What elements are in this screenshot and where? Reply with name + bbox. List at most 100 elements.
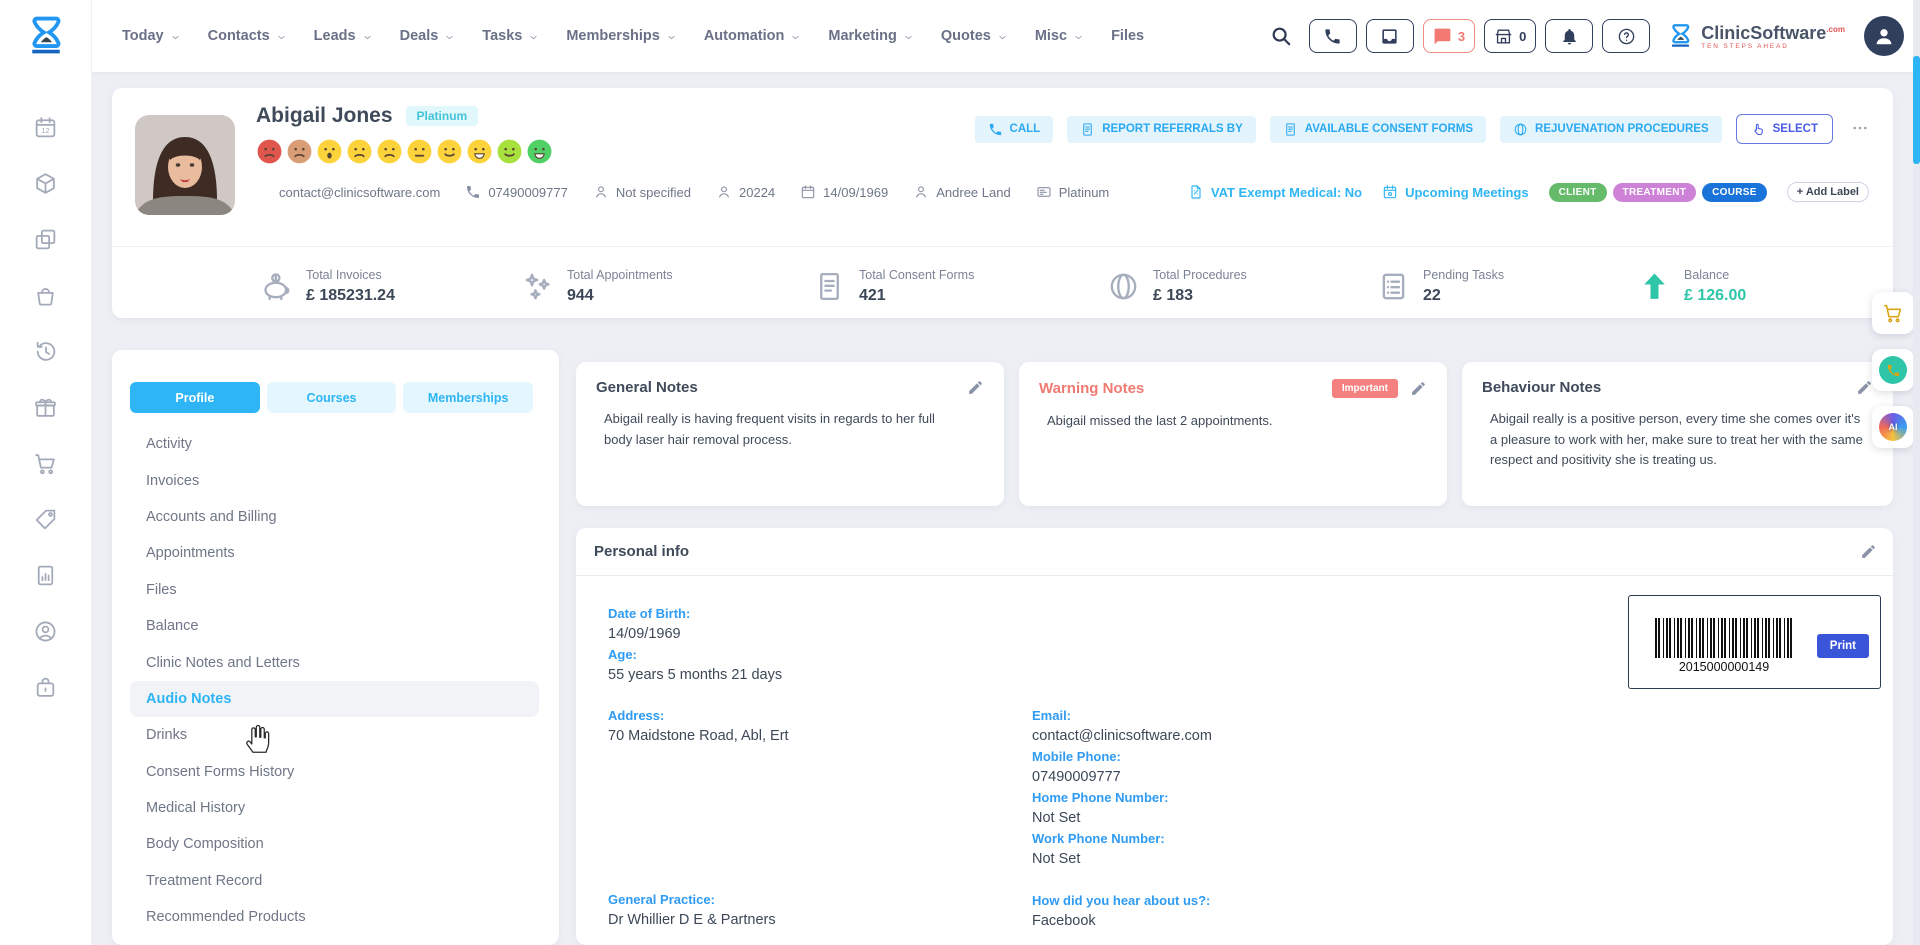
field-how-did-you-hear-about-us: How did you hear about us?:Facebook [1032,892,1212,933]
nav-item-automation[interactable]: Automation [704,28,802,44]
sidebar-item-recommended-products[interactable]: Recommended Products [130,899,539,935]
quick-call-button[interactable] [1872,349,1914,391]
nav-item-today[interactable]: Today [122,28,181,44]
vat-exempt-medical-no-link[interactable]: VAT Exempt Medical: No [1188,184,1362,200]
profile-side-card: ProfileCoursesMemberships ActivityInvoic… [112,350,559,945]
mood-1-icon[interactable] [256,138,283,165]
rail-history-icon[interactable] [33,339,58,364]
edit-general-notes-button[interactable] [967,379,984,396]
sidebar-item-accounts-and-billing[interactable]: Accounts and Billing [130,499,539,535]
mood-8-icon[interactable] [466,138,493,165]
dialer-button[interactable] [1309,19,1357,53]
sidebar-item-files[interactable]: Files [130,572,539,608]
search-icon[interactable] [1270,25,1292,47]
contact-andree-land: Andree Land [913,184,1010,200]
rail-calendar-icon[interactable]: 12 [33,115,58,140]
nav-item-misc[interactable]: Misc [1035,28,1084,44]
mood-6-icon[interactable] [406,138,433,165]
rail-cart-icon[interactable] [33,451,58,476]
label-pill-client[interactable]: CLIENT [1549,183,1607,202]
label-pill-treatment[interactable]: TREATMENT [1613,183,1697,202]
edit-warning-notes-button[interactable] [1410,380,1427,397]
stat-value: £ 126.00 [1684,287,1746,305]
edit-personal-info-button[interactable] [1860,543,1877,560]
piggy-bank-icon [260,270,293,303]
rail-tag-icon[interactable] [33,507,58,532]
sidebar-item-audio-notes[interactable]: Audio Notes [130,681,539,717]
rail-account-icon[interactable] [33,619,58,644]
person-icon [716,184,732,200]
scrollbar-thumb[interactable] [1913,56,1920,164]
sidebar-item-invoices[interactable]: Invoices [130,462,539,498]
rail-package-icon[interactable] [33,171,58,196]
label-pill-course[interactable]: COURSE [1702,183,1767,202]
user-avatar[interactable] [1864,16,1904,56]
mood-7-icon[interactable] [436,138,463,165]
upcoming-meetings-link[interactable]: Upcoming Meetings [1382,184,1529,200]
sparkles-icon [521,270,554,303]
mood-9-icon[interactable] [496,138,523,165]
rejuvenation-procedures-button[interactable]: REJUVENATION PROCEDURES [1500,116,1722,143]
nav-item-marketing[interactable]: Marketing [828,28,914,44]
store-button[interactable]: 0 [1484,19,1536,53]
nav-item-tasks[interactable]: Tasks [482,28,539,44]
warning-notes-card: Warning Notes Important Abigail missed t… [1019,362,1447,506]
clinicsoftware-logo-icon[interactable] [0,0,91,72]
sidebar-item-clinic-notes-and-letters[interactable]: Clinic Notes and Letters [130,644,539,680]
tab-courses[interactable]: Courses [267,382,397,413]
behaviour-notes-card: Behaviour Notes Abigail really is a posi… [1462,362,1893,506]
tab-memberships[interactable]: Memberships [403,382,533,413]
rail-copy-icon[interactable] [33,227,58,252]
stat-balance: Balance£ 126.00 [1638,268,1746,305]
page-scrollbar[interactable] [1913,0,1920,945]
quick-ai-button[interactable]: AI [1872,406,1914,448]
stat-label: Total Invoices [306,268,395,282]
mood-10-icon[interactable] [526,138,553,165]
more-actions-button[interactable] [1847,119,1873,139]
notifications-button[interactable] [1545,19,1593,53]
sidebar-item-balance[interactable]: Balance [130,608,539,644]
nav-item-memberships[interactable]: Memberships [566,28,676,44]
edit-behaviour-notes-button[interactable] [1856,379,1873,396]
tab-profile[interactable]: Profile [130,382,260,413]
sidebar-item-medical-history[interactable]: Medical History [130,790,539,826]
nav-item-deals[interactable]: Deals [400,28,456,44]
rail-gift-icon[interactable] [33,395,58,420]
contact-07490009777: 07490009777 [465,184,568,200]
nav-item-contacts[interactable]: Contacts [208,28,287,44]
rail-basket-icon[interactable] [33,283,58,308]
add-label-button[interactable]: + Add Label [1787,182,1869,202]
sidebar-item-drinks[interactable]: Drinks [130,717,539,753]
messages-button[interactable]: 3 [1423,19,1475,53]
rail-locker-icon[interactable] [33,675,58,700]
clinicsoftware-logo[interactable]: ClinicSoftware.com TEN STEPS AHEAD [1667,19,1845,53]
nav-item-files[interactable]: Files [1111,28,1144,44]
mood-3-icon[interactable] [316,138,343,165]
available-consent-forms-button[interactable]: AVAILABLE CONSENT FORMS [1270,116,1486,143]
help-button[interactable] [1602,19,1650,53]
call-button[interactable]: CALL [975,116,1054,143]
field-value: Not Set [1032,848,1212,871]
quick-cart-button[interactable] [1872,292,1914,334]
chevron-down-icon [1073,32,1084,43]
mood-2-icon[interactable] [286,138,313,165]
stat-value: £ 183 [1153,287,1247,305]
patient-photo[interactable] [135,115,235,215]
print-barcode-button[interactable]: Print [1817,634,1869,658]
inbox-button[interactable] [1366,19,1414,53]
mood-5-icon[interactable] [376,138,403,165]
sidebar-item-activity[interactable]: Activity [130,426,539,462]
floating-quick-actions: AI [1872,292,1914,448]
sidebar-item-consent-forms-history[interactable]: Consent Forms History [130,754,539,790]
rail-reports-icon[interactable] [33,563,58,588]
procedures-icon [1107,270,1140,303]
nav-item-leads[interactable]: Leads [314,28,373,44]
sidebar-item-treatment-record[interactable]: Treatment Record [130,863,539,899]
sidebar-item-body-composition[interactable]: Body Composition [130,826,539,862]
topbar-actions: 30 ClinicSoftware.com TEN STEPS AHEAD [1270,16,1920,56]
sidebar-item-appointments[interactable]: Appointments [130,535,539,571]
report-referrals-by-button[interactable]: REPORT REFERRALS BY [1067,116,1256,143]
nav-item-quotes[interactable]: Quotes [941,28,1008,44]
select-button[interactable]: SELECT [1736,114,1833,144]
mood-4-icon[interactable] [346,138,373,165]
